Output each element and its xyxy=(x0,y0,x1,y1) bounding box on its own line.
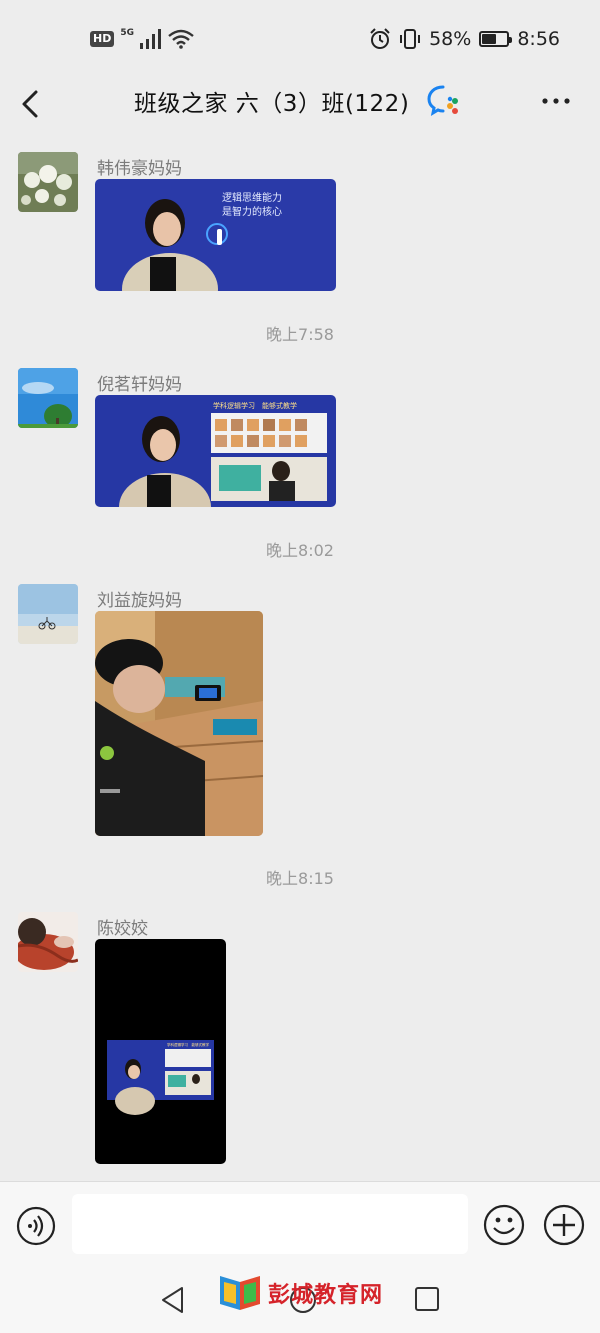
screenshot-message[interactable]: 学科逻辑学习 能够式教学 xyxy=(95,939,226,1164)
photo-message[interactable] xyxy=(95,611,263,836)
plus-icon[interactable] xyxy=(543,1204,585,1246)
cyclist-sky-avatar xyxy=(18,584,78,644)
watermark: 彭城教育网 xyxy=(218,1271,398,1315)
sender-name: 倪茗轩妈妈 xyxy=(97,375,182,395)
clock: 8:56 xyxy=(517,28,560,50)
book-logo-icon xyxy=(220,1276,260,1310)
battery-icon xyxy=(479,31,513,47)
avatar[interactable] xyxy=(18,368,78,428)
white-roses-avatar xyxy=(18,152,78,212)
wecom-icon xyxy=(427,85,458,117)
battery-percent: 58% xyxy=(429,28,472,50)
video-message[interactable]: 逻辑思维能力 是智力的核心 xyxy=(95,179,336,291)
chat-header: 班级之家 六（3）班(122) xyxy=(0,76,600,134)
voice-icon[interactable] xyxy=(16,1206,56,1246)
avatar[interactable] xyxy=(18,152,78,212)
video-message[interactable]: 学科逻辑学习 能够式教学 xyxy=(95,395,336,507)
timestamp: 晚上7:58 xyxy=(266,325,334,344)
media-caption: 学科逻辑学习 能够式教学 xyxy=(167,1042,209,1047)
triangle-back-icon[interactable] xyxy=(158,1285,188,1315)
watermark-text: 彭城教育网 xyxy=(268,1282,384,1308)
network-type: 5G xyxy=(120,28,134,38)
red-scarf-avatar xyxy=(18,912,78,972)
sender-name: 韩伟豪妈妈 xyxy=(97,159,182,179)
chevron-left-icon[interactable] xyxy=(14,82,48,126)
chat-title: 班级之家 六（3）班(122) xyxy=(134,91,410,117)
sender-name: 陈姣姣 xyxy=(97,919,148,939)
media-caption: 是智力的核心 xyxy=(222,205,282,218)
media-caption: 学科逻辑学习 能够式教学 xyxy=(213,401,297,410)
message-input[interactable] xyxy=(72,1194,468,1254)
avatar[interactable] xyxy=(18,912,78,972)
timestamp: 晚上8:02 xyxy=(266,541,334,560)
media-caption: 逻辑思维能力 xyxy=(222,191,282,204)
emoji-icon[interactable] xyxy=(483,1204,525,1246)
vibrate-icon xyxy=(400,29,421,49)
tree-sky-avatar xyxy=(18,368,78,428)
sender-name: 刘益旋妈妈 xyxy=(97,591,182,611)
avatar[interactable] xyxy=(18,584,78,644)
wifi-icon xyxy=(168,29,194,49)
status-bar: HD 5G 58% 8:56 xyxy=(0,0,600,76)
alarm-icon xyxy=(370,28,390,49)
more-dots-icon[interactable] xyxy=(538,86,574,116)
system-nav-bar: 彭城教育网 xyxy=(0,1269,600,1333)
recents-square-icon[interactable] xyxy=(413,1285,441,1313)
hd-badge: HD xyxy=(90,31,115,47)
signal-icon xyxy=(140,29,161,49)
input-bar xyxy=(0,1181,600,1270)
timestamp: 晚上8:15 xyxy=(266,869,334,888)
